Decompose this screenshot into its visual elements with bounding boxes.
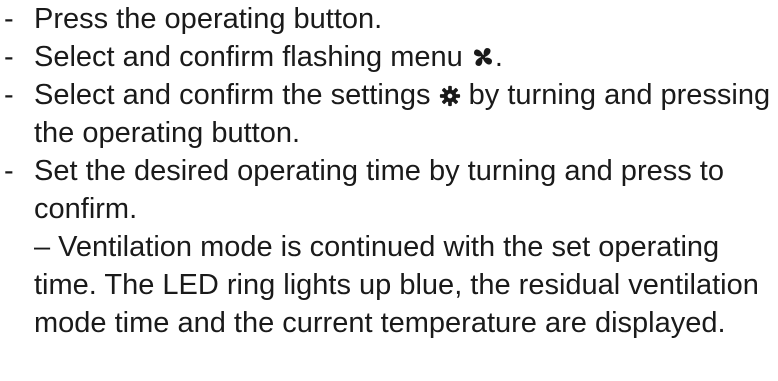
gear-icon bbox=[439, 85, 461, 107]
step-text: Select and confirm flashing menu bbox=[34, 41, 471, 73]
step-text: Select and confirm the settings bbox=[34, 79, 439, 111]
step-note: – Ventilation mode is continued with the… bbox=[34, 231, 759, 339]
step-text-end: . bbox=[494, 41, 503, 73]
bullet: - bbox=[4, 79, 14, 111]
bullet: - bbox=[4, 41, 14, 73]
step-text: Set the desired operating time by turnin… bbox=[34, 155, 724, 225]
fan-icon bbox=[471, 45, 495, 69]
instruction-list: - Press the operating button. - Select a… bbox=[0, 0, 778, 381]
list-item: - Press the operating button. bbox=[0, 0, 778, 38]
bullet: - bbox=[4, 3, 14, 35]
list-item: - Set the desired operating time by turn… bbox=[0, 152, 778, 342]
step-text: Press the operating button. bbox=[34, 3, 383, 35]
list-item: - Select and confirm the settings by tur… bbox=[0, 76, 778, 152]
list-item: - Select and confirm flashing menu . bbox=[0, 38, 778, 76]
bullet: - bbox=[4, 155, 14, 187]
